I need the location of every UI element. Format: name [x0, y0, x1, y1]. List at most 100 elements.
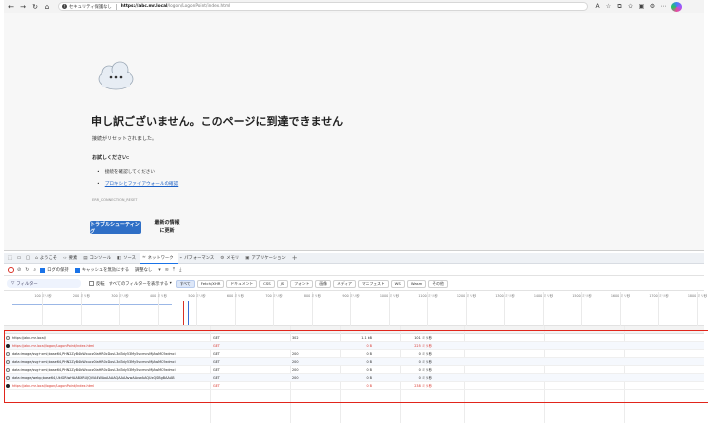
tab-welcome[interactable]: ⌂ ようこそ [33, 253, 61, 264]
tab-performance[interactable]: ⌁ パフォーマンス [178, 253, 219, 264]
timeline-tick-label: 1600 ミリ秒 [610, 294, 631, 298]
preserve-log-label: ログの保持 [47, 268, 69, 273]
security-indicator[interactable]: ! セキュリティ保護なし [62, 4, 112, 10]
tab-application[interactable]: ▣ アプリケーション [243, 253, 290, 264]
tab-network[interactable]: ≈ ネットワーク [139, 252, 178, 264]
address-bar[interactable]: ! セキュリティ保護なし https://abc.mr.local /logon… [58, 2, 588, 11]
timeline-tick: 1000 ミリ秒 [380, 292, 399, 326]
extensions-icon[interactable]: ⚙ [647, 2, 658, 12]
filter-bar: ▽ フィルター 反転 すべてのフィルターを表示する ▾ すべて Fetch/XH… [4, 277, 704, 291]
browser-toolbar: ← → ↻ ⌂ ! セキュリティ保護なし https://abc.mr.loca… [4, 0, 704, 13]
filter-type-css[interactable]: CSS [259, 279, 275, 288]
clear-icon[interactable]: ⊘ [17, 267, 21, 273]
timeline-tick: 1500 ミリ秒 [572, 292, 592, 326]
fetch-icon[interactable]: ↻ [25, 267, 29, 273]
refresh-button[interactable]: 最新の情報 に更新 [149, 219, 185, 235]
browser-window: ← → ↻ ⌂ ! セキュリティ保護なし https://abc.mr.loca… [4, 0, 708, 423]
timeline-tick: 900 ミリ秒 [342, 292, 360, 326]
home-icon[interactable]: ⌂ [42, 2, 52, 12]
panel-icon[interactable]: ▢ [24, 254, 32, 262]
error-code: ERR_CONNECTION_RESET [92, 198, 138, 202]
warning-icon: ! [62, 4, 67, 9]
filter-type-ws[interactable]: WS [390, 279, 405, 288]
record-icon[interactable] [8, 267, 14, 273]
search-icon[interactable]: ⌕ [33, 267, 36, 273]
timeline-tick-label: 700 ミリ秒 [265, 294, 283, 298]
timeline-tick-label: 100 ミリ秒 [34, 294, 52, 298]
read-aloud-icon[interactable]: A [592, 2, 603, 12]
filter-type-manifest[interactable]: マニフェスト [357, 279, 389, 288]
filter-type-fetch[interactable]: Fetch/XHR [196, 279, 225, 288]
error-page: 申し訳ございません。このページに到達できません 接続がリセットされました。 お試… [4, 13, 704, 251]
filter-type-other[interactable]: その他 [428, 279, 448, 288]
timeline-tick: 1600 ミリ秒 [611, 292, 630, 326]
try-heading: お試しください: [92, 155, 130, 161]
filter-type-media[interactable]: メディア [332, 279, 356, 288]
toolbar-actions: A ☆ ⧉ ✩ ▣ ⚙ ⋯ [592, 1, 682, 12]
forward-icon[interactable]: → [18, 2, 28, 12]
proxy-firewall-link[interactable]: プロキシとファイアウォールの確認 [105, 181, 179, 187]
filter-type-js[interactable]: JS [276, 279, 289, 288]
collections-icon[interactable]: ▣ [636, 2, 647, 12]
network-timeline[interactable]: 100 ミリ秒 200 ミリ秒 300 ミリ秒 400 ミリ秒 500 ミリ秒 600 ミ… [4, 292, 707, 326]
chevron-down-icon[interactable]: ▾ [158, 267, 161, 273]
filter-input[interactable]: ▽ フィルター [7, 279, 81, 288]
favorites-icon[interactable]: ✩ [625, 2, 636, 12]
timeline-tick: 1800 ミリ秒 [688, 292, 707, 326]
url-host: https://abc.mr.local [120, 4, 168, 9]
timeline-tick: 1400 ミリ秒 [534, 292, 553, 326]
timeline-marker-load [183, 301, 184, 325]
wifi-icon[interactable]: ≋ [165, 267, 169, 273]
timeline-tick-label: 1300 ミリ秒 [495, 294, 515, 298]
error-description: 接続がリセットされました。 [92, 136, 158, 142]
highlight-box [4, 330, 708, 403]
timeline-tick: 500 ミリ秒 [188, 292, 206, 326]
filter-type-doc[interactable]: ドキュメント [226, 279, 258, 288]
timeline-tick-label: 800 ミリ秒 [303, 294, 322, 298]
throttling-select[interactable]: 調整なし [135, 267, 152, 273]
filter-type-font[interactable]: フォント [290, 279, 314, 288]
copilot-icon[interactable] [671, 1, 682, 12]
back-icon[interactable]: ← [6, 2, 16, 12]
timeline-tick: 100 ミリ秒 [34, 292, 52, 326]
filter-type-img[interactable]: 画像 [315, 279, 331, 288]
timeline-tick: 600 ミリ秒 [227, 292, 244, 326]
suggestion-list: 接続を確認してください プロキシとファイアウォールの確認 [97, 166, 179, 190]
timeline-tick-label: 1400 ミリ秒 [533, 294, 554, 298]
timeline-tick: 700 ミリ秒 [265, 292, 283, 326]
list-item: 接続を確認してください [97, 166, 178, 178]
list-item[interactable]: プロキシとファイアウォールの確認 [97, 178, 179, 190]
timeline-tick-label: 400 ミリ秒 [149, 294, 168, 298]
add-tab-button[interactable]: + [290, 253, 302, 264]
invert-checkbox[interactable] [89, 281, 94, 286]
filter-dropdown[interactable]: すべてのフィルターを表示する ▾ [109, 281, 172, 287]
timeline-tick-label: 200 ミリ秒 [72, 294, 91, 298]
memory-icon: ⚙ [220, 255, 225, 261]
tab-sources[interactable]: ◧ ソース [115, 253, 140, 264]
timeline-tick-label: 1100 ミリ秒 [418, 294, 438, 298]
preserve-log-checkbox[interactable] [40, 267, 46, 273]
device-icon[interactable]: ▭ [15, 254, 23, 262]
url-path: /logon/LogonPoint/index.html [167, 4, 231, 9]
filter-type-wasm[interactable]: Wasm [406, 279, 427, 288]
security-label: セキュリティ保護なし [69, 4, 112, 10]
favorite-icon[interactable]: ☆ [603, 2, 614, 12]
timeline-tick: 200 ミリ秒 [73, 292, 90, 326]
timeline-tick: 800 ミリ秒 [304, 292, 321, 326]
troubleshoot-button[interactable]: トラブルシューティング [90, 221, 141, 235]
elements-icon: ‹› [63, 255, 67, 261]
tab-elements[interactable]: ‹› 要素 [61, 253, 81, 264]
more-icon[interactable]: ⋯ [658, 2, 669, 12]
devtools-tabbar: ⬚ ▭ ▢ ⌂ ようこそ ‹› 要素 ▤ コンソール ◧ ソース ≈ ネットワーク ⌁ パフ… [4, 252, 704, 264]
import-icon[interactable]: ⤒ [173, 267, 175, 273]
disable-cache-checkbox[interactable] [74, 267, 80, 273]
export-icon[interactable]: ⤓ [179, 267, 181, 273]
timeline-tick: 1300 ミリ秒 [495, 292, 515, 326]
refresh-icon[interactable]: ↻ [30, 2, 40, 12]
tab-console[interactable]: ▤ コンソール [81, 253, 115, 264]
filter-type-all[interactable]: すべて [175, 279, 195, 288]
split-screen-icon[interactable]: ⧉ [614, 2, 625, 12]
inspect-icon[interactable]: ⬚ [6, 254, 14, 262]
tab-memory[interactable]: ⚙ メモリ [218, 253, 243, 264]
timeline-tick-label: 1700 ミリ秒 [649, 294, 669, 298]
